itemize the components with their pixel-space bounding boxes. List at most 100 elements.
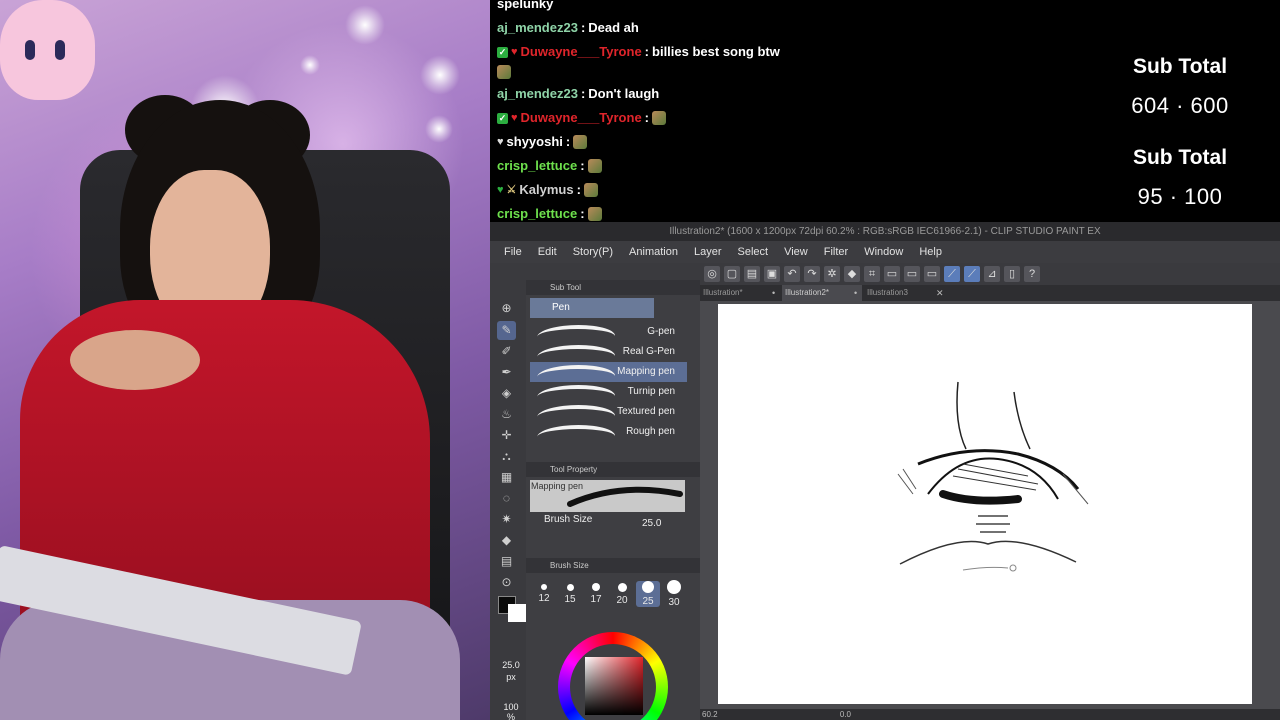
- brush-size-dot: [592, 583, 600, 591]
- chat-username[interactable]: spelunky: [497, 0, 553, 14]
- brush-item-rough-pen[interactable]: Rough pen: [530, 422, 687, 442]
- brush-size-preset[interactable]: 17: [584, 583, 608, 605]
- brush-item-g-pen[interactable]: G-pen: [530, 322, 687, 342]
- plush-toy: [0, 0, 95, 100]
- chat-message: aj_mendez23: Dead ah: [497, 18, 639, 38]
- chat-username[interactable]: aj_mendez23: [497, 18, 578, 38]
- brush-size-preset[interactable]: 15: [558, 583, 582, 605]
- menu-layer[interactable]: Layer: [694, 246, 722, 258]
- chat-username[interactable]: Kalymus: [519, 180, 573, 200]
- menu-help[interactable]: Help: [919, 246, 942, 258]
- chat-username[interactable]: crisp_lettuce: [497, 156, 577, 176]
- tab-close-icon[interactable]: ✕: [936, 285, 944, 301]
- sub-total-label: Sub Total: [1132, 55, 1228, 78]
- brush-tool-icon[interactable]: ✒: [497, 363, 516, 382]
- pen-group-tab[interactable]: Pen: [530, 298, 654, 318]
- ruler-icon[interactable]: ⊿: [984, 266, 1000, 282]
- background-color-swatch[interactable]: [508, 604, 526, 622]
- pencil-tool-icon[interactable]: ✐: [497, 342, 516, 361]
- menu-animation[interactable]: Animation: [629, 246, 678, 258]
- chat-colon: :: [576, 182, 581, 197]
- menu-file[interactable]: File: [504, 246, 522, 258]
- transform-icon[interactable]: ⌗: [864, 266, 880, 282]
- brush-item-real-g-pen[interactable]: Real G-Pen: [530, 342, 687, 362]
- menu-select[interactable]: Select: [738, 246, 769, 258]
- drawing-canvas[interactable]: [718, 304, 1252, 704]
- stabilizer-icon[interactable]: ⟋: [944, 266, 960, 282]
- menu-window[interactable]: Window: [864, 246, 903, 258]
- chat-username[interactable]: crisp_lettuce: [497, 204, 577, 224]
- pen-tool-icon[interactable]: ✎: [497, 321, 516, 340]
- chat-username[interactable]: aj_mendez23: [497, 84, 578, 104]
- chat-username[interactable]: Duwayne___Tyrone: [521, 42, 642, 62]
- brush-stroke-preview: [536, 385, 618, 399]
- side-size-unit: px: [506, 672, 516, 682]
- chat-text: billies best song btw: [652, 44, 780, 59]
- fill-tool-icon[interactable]: ⛬: [497, 447, 516, 466]
- clip-studio-window: Illustration2* (1600 x 1200px 72dpi 60.2…: [490, 222, 1280, 720]
- grid-tool-icon[interactable]: ▦: [497, 468, 516, 487]
- brush-size-preset-label: 25: [642, 596, 654, 607]
- tab-close-icon[interactable]: •: [854, 285, 857, 301]
- chat-message: ♥ ⚔ Kalymus:: [497, 180, 598, 200]
- clear-icon[interactable]: ▭: [884, 266, 900, 282]
- doc-tab-active[interactable]: Illustration2*: [782, 285, 862, 301]
- chat-username[interactable]: Duwayne___Tyrone: [521, 108, 642, 128]
- gradient-tool-icon[interactable]: ▤: [497, 552, 516, 571]
- brush-size-label: Brush Size: [544, 514, 593, 525]
- menu-story[interactable]: Story(P): [573, 246, 613, 258]
- sparkle-tool-icon[interactable]: ✷: [497, 510, 516, 529]
- snap-icon[interactable]: ▭: [904, 266, 920, 282]
- doc-tab[interactable]: Illustration3: [864, 285, 944, 301]
- vector-icon[interactable]: ⟋: [964, 266, 980, 282]
- brush-size-preset[interactable]: 20: [610, 582, 634, 606]
- help-icon[interactable]: ?: [1024, 266, 1040, 282]
- menu-view[interactable]: View: [784, 246, 808, 258]
- brush-size-preset[interactable]: 25: [636, 581, 660, 607]
- studio-icon[interactable]: ◎: [704, 266, 720, 282]
- stream-chat: spelunky aj_mendez23: Dead ah ✓ ♥ Duwayne___T…: [490, 0, 1090, 222]
- brush-item-mapping-pen[interactable]: Mapping pen: [530, 362, 687, 382]
- eyedropper-tool-icon[interactable]: ⊙: [497, 573, 516, 592]
- lasso-tool-icon[interactable]: ◌: [497, 489, 516, 508]
- rotation-value[interactable]: 0.0: [840, 710, 851, 719]
- brush-size-value[interactable]: 25.0: [642, 518, 661, 529]
- brush-size-preset-label: 20: [616, 594, 628, 606]
- side-opacity-unit: %: [506, 712, 515, 720]
- chat-colon: :: [644, 44, 650, 59]
- move-tool-icon[interactable]: ✛: [497, 426, 516, 445]
- open-file-icon[interactable]: ▤: [744, 266, 760, 282]
- chat-message: crisp_lettuce:: [497, 204, 602, 224]
- saturation-value-square[interactable]: [585, 657, 643, 715]
- brush-size-preset[interactable]: 30: [662, 580, 686, 608]
- sub-total-value: 95 · 100: [1137, 184, 1223, 209]
- chat-username[interactable]: shyyoshi: [507, 132, 563, 152]
- menu-edit[interactable]: Edit: [538, 246, 557, 258]
- shoulder: [70, 330, 200, 390]
- blend-tool-icon[interactable]: ♨: [497, 405, 516, 424]
- brush-size-preset[interactable]: 12: [532, 584, 556, 604]
- doc-tab[interactable]: Illustration*: [700, 285, 778, 301]
- sub-total-value: 604 · 600: [1131, 93, 1229, 118]
- save-icon[interactable]: ▣: [764, 266, 780, 282]
- chat-colon: :: [644, 110, 650, 125]
- sword-badge-icon: ⚔: [506, 184, 517, 196]
- chat-emote-icon: [587, 207, 602, 221]
- chat-message: spelunky: [497, 0, 553, 14]
- redo-icon[interactable]: ↷: [804, 266, 820, 282]
- eraser-tool-icon[interactable]: ◈: [497, 384, 516, 403]
- brush-item-textured-pen[interactable]: Textured pen: [530, 402, 687, 422]
- undo-icon[interactable]: ↶: [784, 266, 800, 282]
- brush-item-turnip-pen[interactable]: Turnip pen: [530, 382, 687, 402]
- new-file-icon[interactable]: ▢: [724, 266, 740, 282]
- zoom-tool-icon[interactable]: ⊕: [497, 299, 516, 318]
- tab-close-icon[interactable]: •: [772, 285, 775, 301]
- bucket-tool-icon[interactable]: ◆: [497, 531, 516, 550]
- brush-name: Real G-Pen: [622, 346, 675, 357]
- snap-ruler-icon[interactable]: ▭: [924, 266, 940, 282]
- loading-icon[interactable]: ✲: [824, 266, 840, 282]
- fill-icon[interactable]: ◆: [844, 266, 860, 282]
- zoom-value[interactable]: 60.2: [702, 710, 718, 719]
- tablet-icon[interactable]: ▯: [1004, 266, 1020, 282]
- menu-filter[interactable]: Filter: [824, 246, 848, 258]
